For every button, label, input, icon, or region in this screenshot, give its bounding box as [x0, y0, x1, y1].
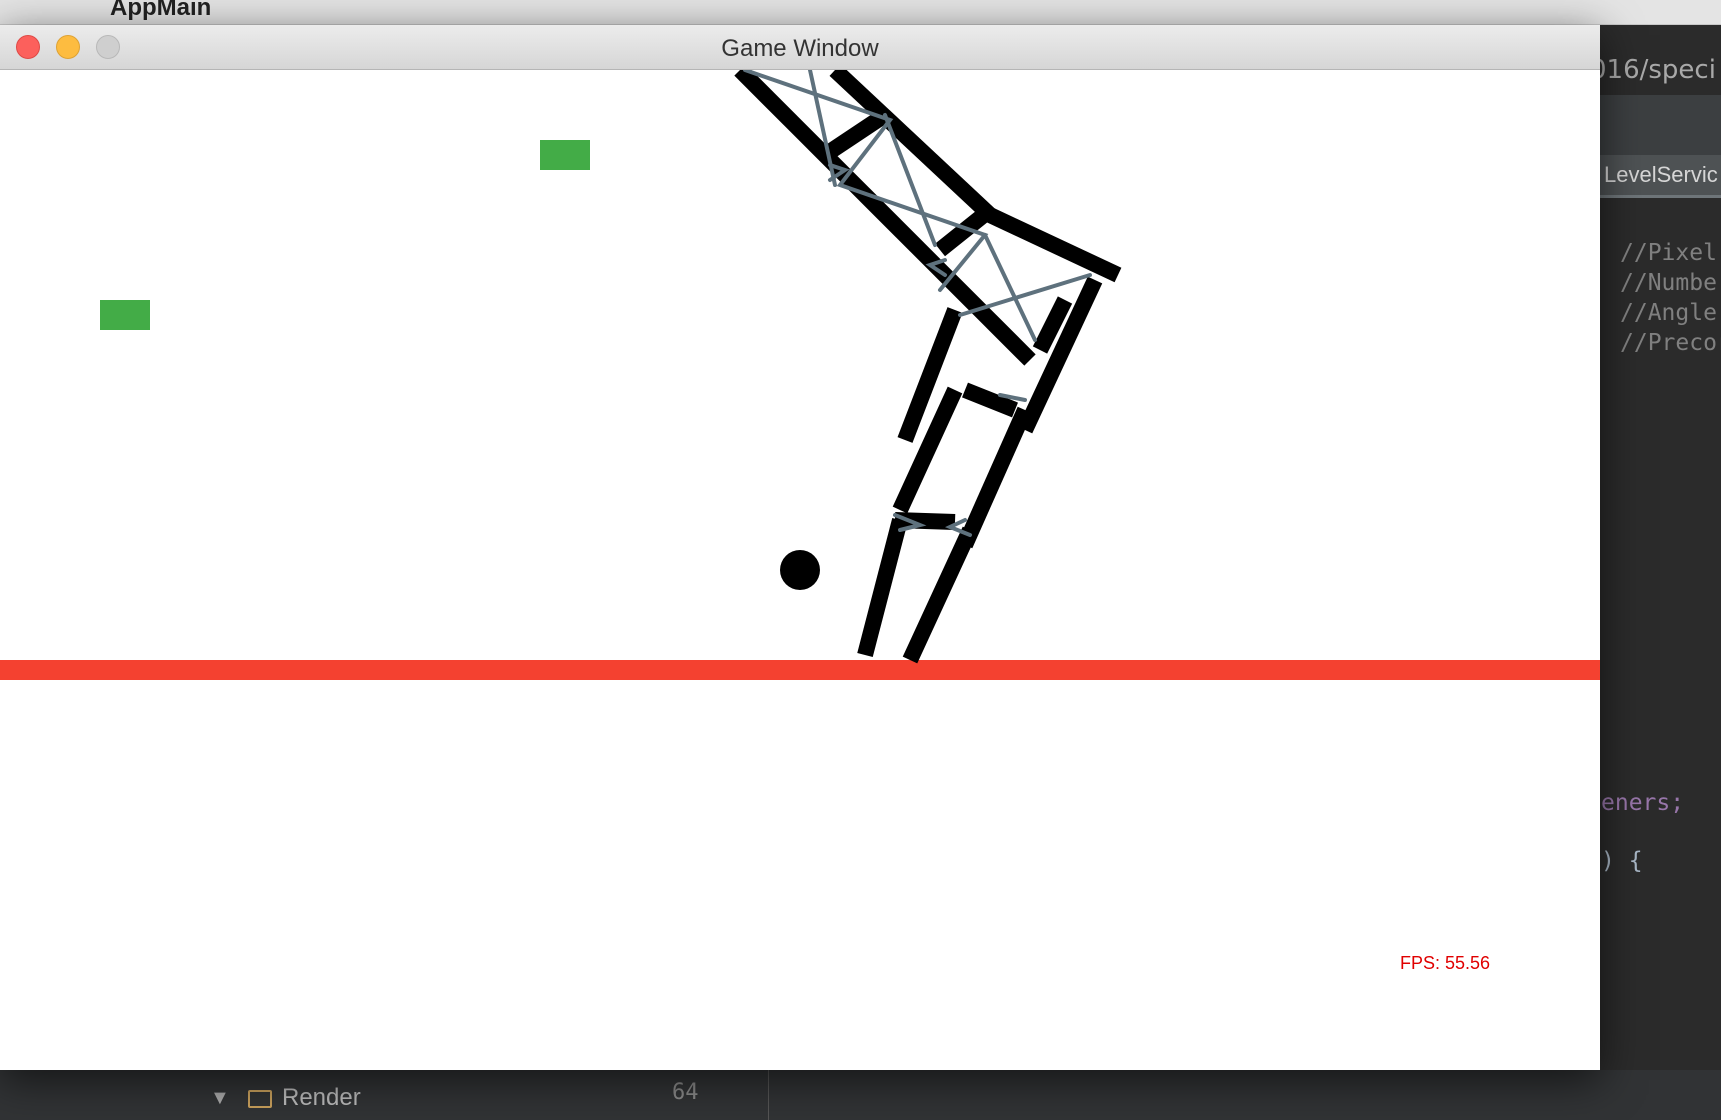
gutter-divider	[768, 1070, 769, 1120]
window-title: Game Window	[721, 35, 879, 62]
code-comment: //Angle	[1620, 300, 1717, 326]
beam	[957, 406, 1033, 549]
game-window: Game Window FPS: 55.56	[0, 25, 1600, 1070]
ground-line	[0, 660, 1600, 680]
line-number: 64	[672, 1080, 699, 1105]
beam	[986, 207, 1122, 283]
beam	[857, 517, 908, 658]
title-bar[interactable]: Game Window	[0, 25, 1600, 70]
game-scene	[0, 70, 1600, 680]
goal-marker	[540, 140, 590, 170]
beam	[902, 526, 978, 664]
code-comment: //Numbe	[1620, 270, 1717, 296]
game-canvas[interactable]: FPS: 55.56	[0, 70, 1600, 1070]
menu-bar: AppMain	[0, 0, 1721, 25]
spring	[958, 273, 1092, 317]
zoom-button[interactable]	[96, 35, 120, 59]
ide-path: 016/speci	[1590, 55, 1716, 85]
beam	[892, 386, 963, 514]
expand-arrow-icon[interactable]: ▼	[210, 1087, 230, 1110]
ide-toolbar	[1600, 95, 1721, 155]
code-line: ) {	[1601, 848, 1643, 874]
editor-tab[interactable]: LevelServic	[1600, 155, 1721, 198]
minimize-button[interactable]	[56, 35, 80, 59]
code-comment: //Pixel	[1620, 240, 1717, 266]
code-comment: //Precor	[1620, 330, 1721, 356]
ball	[780, 550, 820, 590]
tree-item-render[interactable]: Render	[282, 1084, 361, 1112]
code-line: eners;	[1601, 790, 1685, 816]
beam	[962, 382, 1018, 418]
goal-marker	[100, 300, 150, 330]
spring	[808, 70, 837, 187]
close-button[interactable]	[16, 35, 40, 59]
fps-counter: FPS: 55.56	[1400, 953, 1491, 973]
folder-icon	[248, 1090, 272, 1108]
app-menu[interactable]: AppMain	[110, 0, 211, 22]
